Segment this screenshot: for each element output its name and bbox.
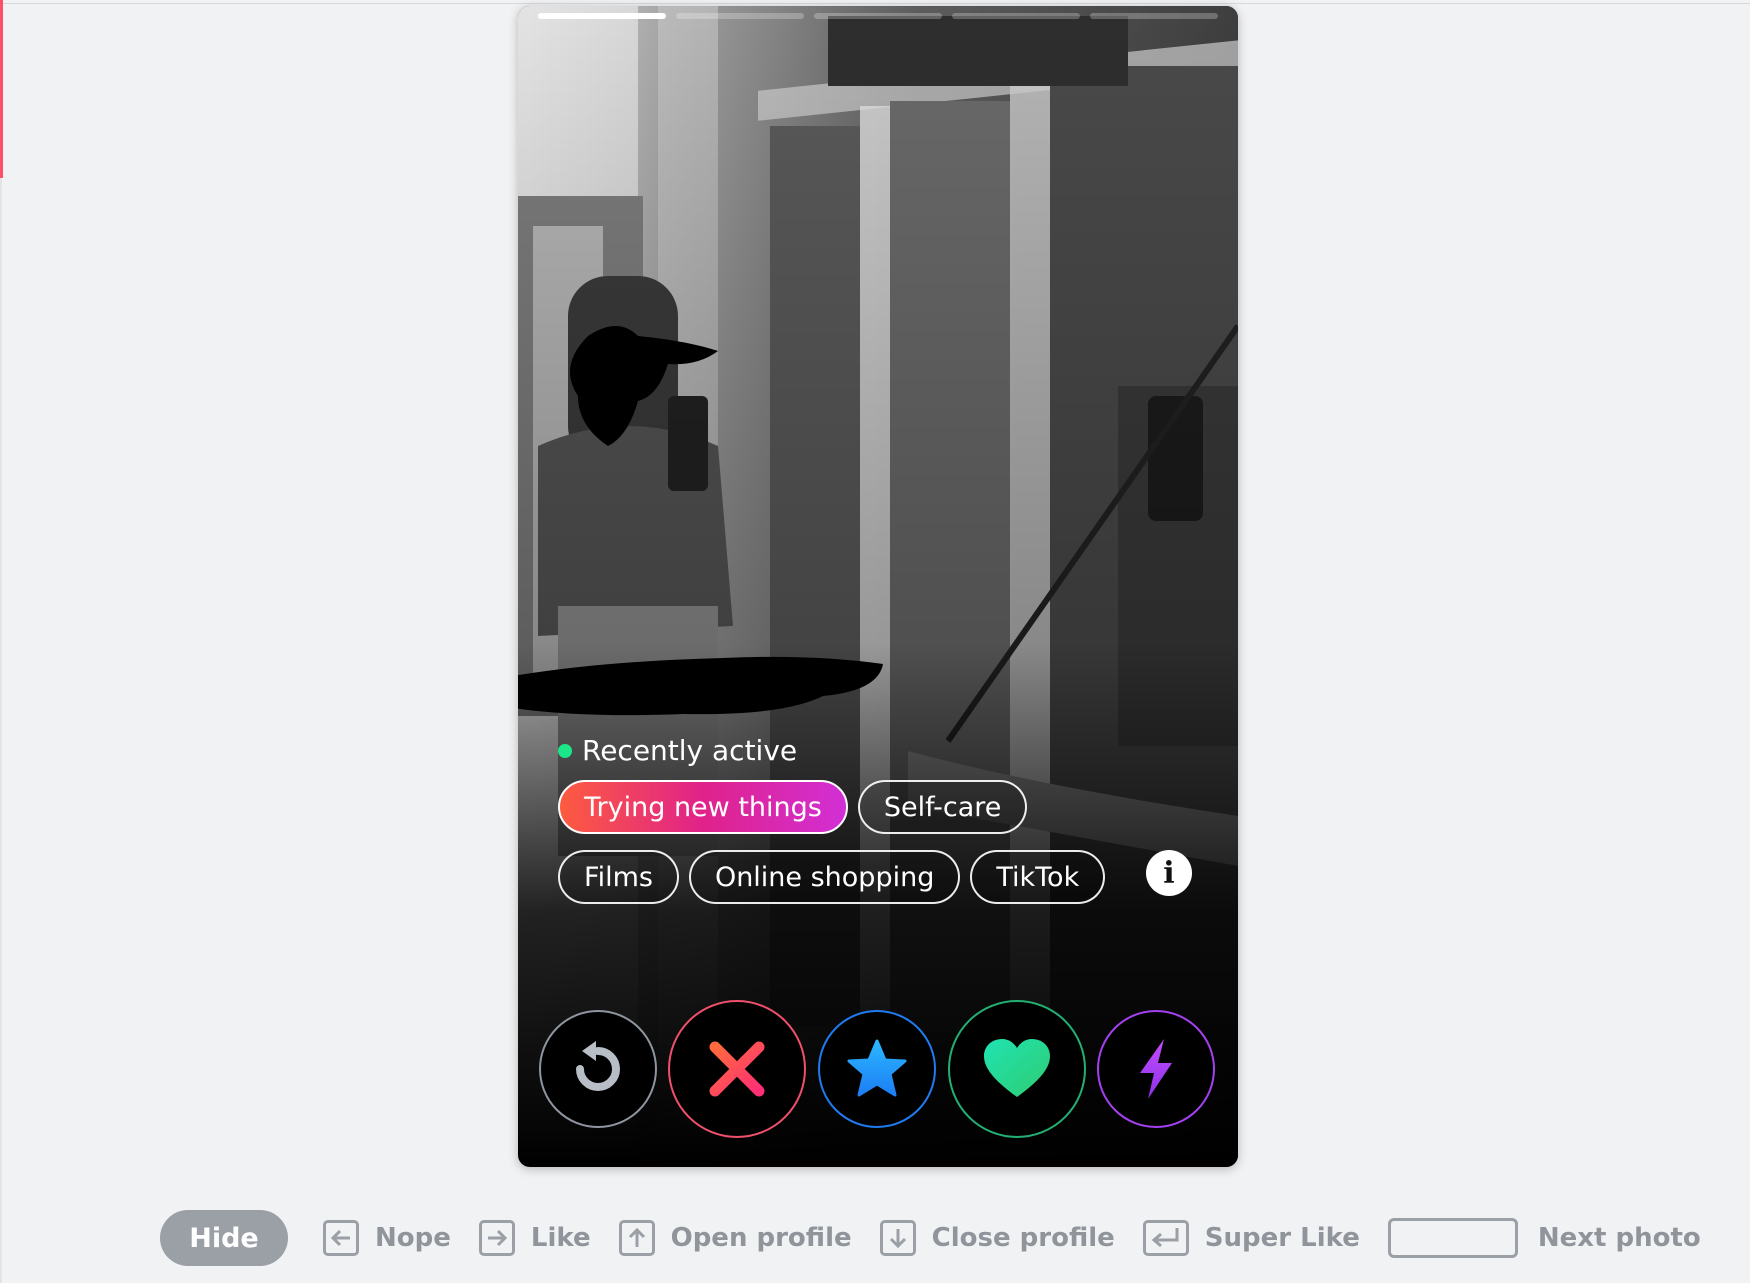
shortcut-label: Like [530, 1223, 591, 1253]
spacebar-key-icon [1387, 1218, 1518, 1258]
star-icon [847, 1039, 907, 1097]
photo-indicator-1[interactable] [538, 13, 666, 19]
shortcut-close-profile: Close profile [879, 1220, 1115, 1256]
rewind-button[interactable] [539, 1010, 657, 1128]
arrow-down-key-icon [879, 1220, 916, 1256]
enter-key-icon [1142, 1220, 1189, 1256]
passion-chip: Self-care [857, 780, 1028, 834]
face-redaction [570, 326, 718, 446]
activity-status: Recently active [558, 734, 797, 767]
photo-indicator-4[interactable] [952, 13, 1080, 19]
arrow-right-key-icon [478, 1220, 515, 1256]
shortcut-label: Super Like [1204, 1223, 1360, 1253]
shortcut-label: Nope [375, 1223, 451, 1253]
passion-chip: Trying new things [558, 780, 848, 834]
arrow-up-key-icon [618, 1220, 655, 1256]
x-icon [709, 1041, 765, 1097]
heart-icon [984, 1039, 1050, 1097]
action-bar [518, 996, 1238, 1146]
passion-chip: TikTok [970, 850, 1106, 904]
photo-indicators [538, 13, 1218, 19]
photo-indicator-5[interactable] [1090, 13, 1218, 19]
window-top-border [0, 3, 1750, 4]
lightning-icon [1140, 1039, 1172, 1099]
passion-chip: Films [558, 850, 679, 904]
status-text: Recently active [582, 734, 798, 767]
shortcut-nope: Nope [323, 1220, 451, 1256]
online-dot [558, 743, 572, 758]
super-like-button[interactable] [818, 1010, 936, 1128]
shortcut-label: Open profile [670, 1223, 852, 1253]
photo-indicator-2[interactable] [676, 13, 804, 19]
arrow-left-key-icon [323, 1220, 359, 1256]
rewind-icon [576, 1041, 620, 1091]
left-edge-border [0, 178, 2, 1283]
info-button[interactable]: i [1146, 850, 1192, 896]
passions-list: Trying new things Self-care Films Online… [558, 780, 1118, 904]
name-redaction [518, 656, 883, 716]
profile-photo[interactable] [518, 6, 1238, 1167]
hide-shortcuts-button[interactable]: Hide [160, 1210, 288, 1266]
boost-button[interactable] [1097, 1010, 1215, 1128]
shortcut-label: Next photo [1537, 1223, 1701, 1253]
shortcut-super-like: Super Like [1142, 1220, 1360, 1256]
shortcut-like: Like [478, 1220, 591, 1256]
left-accent-bar [0, 0, 3, 178]
shortcut-open-profile: Open profile [618, 1220, 852, 1256]
keyboard-shortcut-bar: Hide Nope Like Open profile Close profil… [160, 1210, 1729, 1266]
like-button[interactable] [948, 1000, 1086, 1138]
info-icon: i [1163, 855, 1175, 891]
profile-card[interactable]: Recently active Trying new things Self-c… [518, 6, 1238, 1167]
passion-chip: Online shopping [688, 850, 961, 904]
shortcut-next-photo: Next photo [1387, 1218, 1701, 1258]
nope-button[interactable] [668, 1000, 806, 1138]
shortcut-label: Close profile [931, 1223, 1115, 1253]
photo-indicator-3[interactable] [814, 13, 942, 19]
